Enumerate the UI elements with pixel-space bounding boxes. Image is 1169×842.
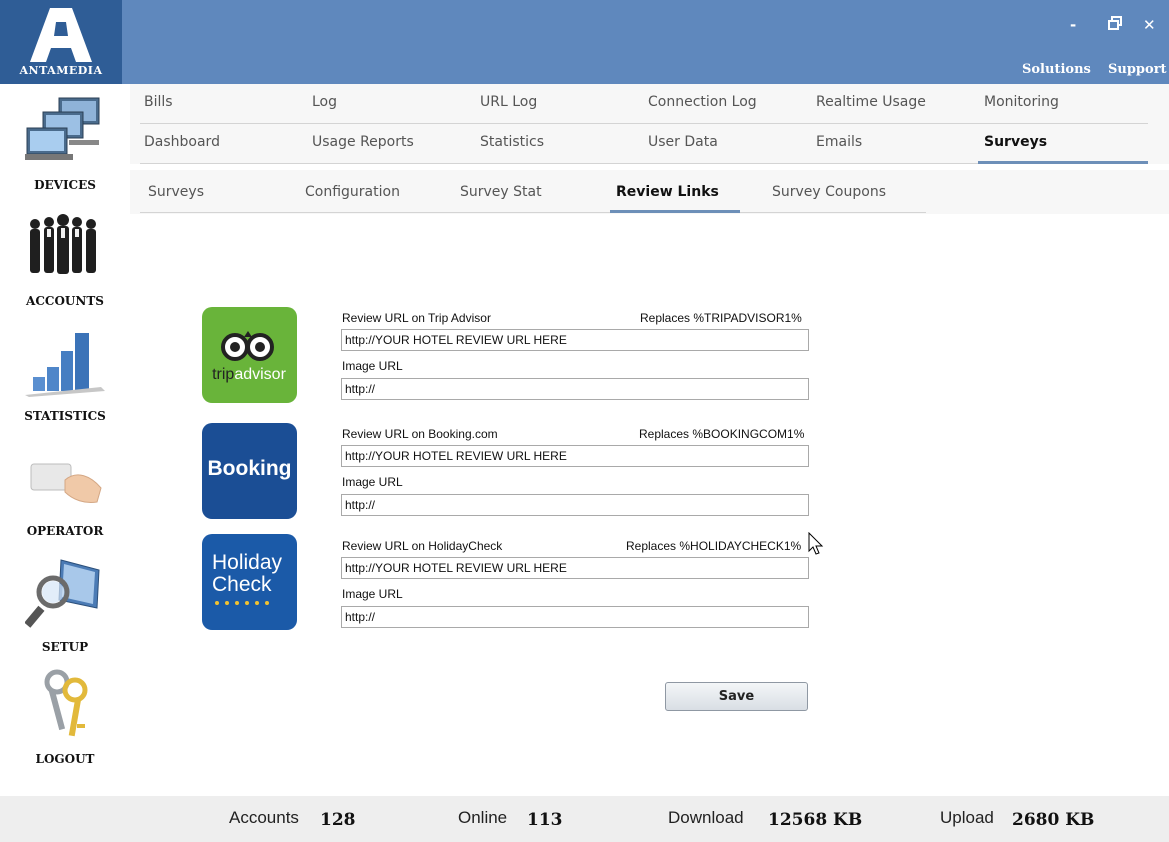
booking-url-input[interactable]	[341, 445, 809, 467]
tripadvisor-owl-icon: tripadvisor	[212, 331, 287, 383]
holidaycheck-image-input[interactable]	[341, 606, 809, 628]
svg-text:tripadvisor: tripadvisor	[212, 366, 286, 383]
nav-log[interactable]: Log	[312, 94, 337, 110]
tripadvisor-image-label: Image URL	[342, 359, 403, 373]
subnav-divider	[140, 212, 926, 213]
sidebar-item-label: ACCOUNTS	[26, 294, 104, 308]
sidebar-item-label: STATISTICS	[24, 409, 106, 423]
brand-name: ANTAMEDIA	[19, 64, 103, 77]
magnifier-monitor-icon	[25, 559, 100, 628]
card-hand-icon	[30, 463, 102, 503]
sidebar-item-label: OPERATOR	[26, 524, 104, 538]
nav-monitoring[interactable]: Monitoring	[984, 94, 1059, 110]
subtab-configuration[interactable]: Configuration	[305, 184, 400, 200]
antamedia-logo: ANTAMEDIA	[0, 0, 122, 84]
keys-icon	[44, 669, 88, 737]
subtab-review-links[interactable]: Review Links	[616, 184, 719, 200]
sidebar-item-setup[interactable]: SETUP	[0, 550, 130, 660]
close-button[interactable]: ✕	[1143, 16, 1156, 34]
sub-nav: Surveys Configuration Survey Stat Review…	[130, 170, 1169, 214]
tripadvisor-suffix: advisor	[234, 366, 286, 383]
sidebar-item-label: LOGOUT	[35, 752, 95, 766]
active-tab-indicator	[978, 161, 1148, 164]
minimize-button[interactable]: -	[1070, 16, 1076, 34]
solutions-link[interactable]: Solutions	[1022, 62, 1091, 77]
holidaycheck-image-label: Image URL	[342, 587, 403, 601]
holidaycheck-logo-line1: Holiday	[212, 551, 283, 574]
sidebar-item-accounts[interactable]: ACCOUNTS	[0, 204, 130, 314]
booking-replaces-label: Replaces %BOOKINGCOM1%	[639, 427, 805, 441]
nav-usage-reports[interactable]: Usage Reports	[312, 134, 414, 150]
restore-button[interactable]	[1108, 16, 1122, 34]
tripadvisor-replaces-label: Replaces %TRIPADVISOR1%	[640, 311, 802, 325]
computers-icon	[25, 97, 100, 160]
nav-realtime-usage[interactable]: Realtime Usage	[816, 94, 926, 110]
download-label: Download	[668, 808, 744, 827]
restore-icon	[1108, 16, 1122, 30]
holidaycheck-logo-line2: Check	[212, 573, 272, 596]
active-subtab-indicator	[610, 210, 740, 213]
nav-surveys[interactable]: Surveys	[984, 134, 1047, 150]
holidaycheck-logo: Holiday Check	[202, 534, 297, 630]
tripadvisor-prefix: trip	[212, 366, 234, 383]
nav-url-log[interactable]: URL Log	[480, 94, 537, 110]
status-bar: Accounts 128 Online 113 Download 12568 K…	[0, 796, 1169, 842]
online-label: Online	[458, 808, 508, 827]
title-bar: ANTAMEDIA - ✕ Solutions Support	[0, 0, 1169, 84]
booking-image-input[interactable]	[341, 494, 809, 516]
mouse-cursor-icon	[808, 532, 824, 555]
sidebar-item-label: SETUP	[41, 640, 89, 654]
accounts-value: 128	[320, 810, 356, 830]
top-nav-row-1: Bills Log URL Log Connection Log Realtim…	[130, 84, 1169, 124]
tripadvisor-image-input[interactable]	[341, 378, 809, 400]
subtab-surveys[interactable]: Surveys	[148, 184, 204, 200]
sidebar-item-logout[interactable]: LOGOUT	[0, 662, 130, 772]
sidebar-item-devices[interactable]: DEVICES	[0, 88, 130, 198]
booking-url-label: Review URL on Booking.com	[342, 427, 498, 441]
nav-connection-log[interactable]: Connection Log	[648, 94, 757, 110]
nav-statistics[interactable]: Statistics	[480, 134, 544, 150]
booking-logo: Booking	[202, 423, 297, 519]
tripadvisor-url-label: Review URL on Trip Advisor	[342, 311, 491, 325]
online-value: 113	[527, 810, 563, 830]
logo-a-icon	[30, 8, 92, 62]
nav-user-data[interactable]: User Data	[648, 134, 718, 150]
sidebar-item-statistics[interactable]: STATISTICS	[0, 319, 130, 429]
upload-label: Upload	[940, 808, 994, 827]
sidebar-item-operator[interactable]: OPERATOR	[0, 434, 130, 544]
sidebar: DEVICES ACCOUNTS STATISTICS OPERATOR SET…	[0, 84, 130, 796]
subtab-survey-coupons[interactable]: Survey Coupons	[772, 184, 886, 200]
support-link[interactable]: Support	[1108, 62, 1167, 77]
booking-image-label: Image URL	[342, 475, 403, 489]
holidaycheck-dots-icon	[215, 601, 269, 605]
nav-emails[interactable]: Emails	[816, 134, 862, 150]
nav-bills[interactable]: Bills	[144, 94, 173, 110]
subtab-survey-stat[interactable]: Survey Stat	[460, 184, 542, 200]
upload-value: 2680 KB	[1012, 810, 1095, 830]
tripadvisor-logo: tripadvisor	[202, 307, 297, 403]
bar-chart-icon	[25, 333, 105, 397]
nav-dashboard[interactable]: Dashboard	[144, 134, 220, 150]
people-icon	[30, 214, 96, 274]
booking-logo-text: Booking	[207, 457, 292, 480]
holidaycheck-url-label: Review URL on HolidayCheck	[342, 539, 503, 553]
holidaycheck-replaces-label: Replaces %HOLIDAYCHECK1%	[626, 539, 802, 553]
sidebar-item-label: DEVICES	[34, 178, 96, 192]
tripadvisor-url-input[interactable]	[341, 329, 809, 351]
save-button[interactable]: Save	[665, 682, 808, 711]
accounts-label: Accounts	[229, 808, 299, 827]
download-value: 12568 KB	[768, 810, 863, 830]
top-nav-row-2: Dashboard Usage Reports Statistics User …	[130, 124, 1169, 164]
holidaycheck-url-input[interactable]	[341, 557, 809, 579]
